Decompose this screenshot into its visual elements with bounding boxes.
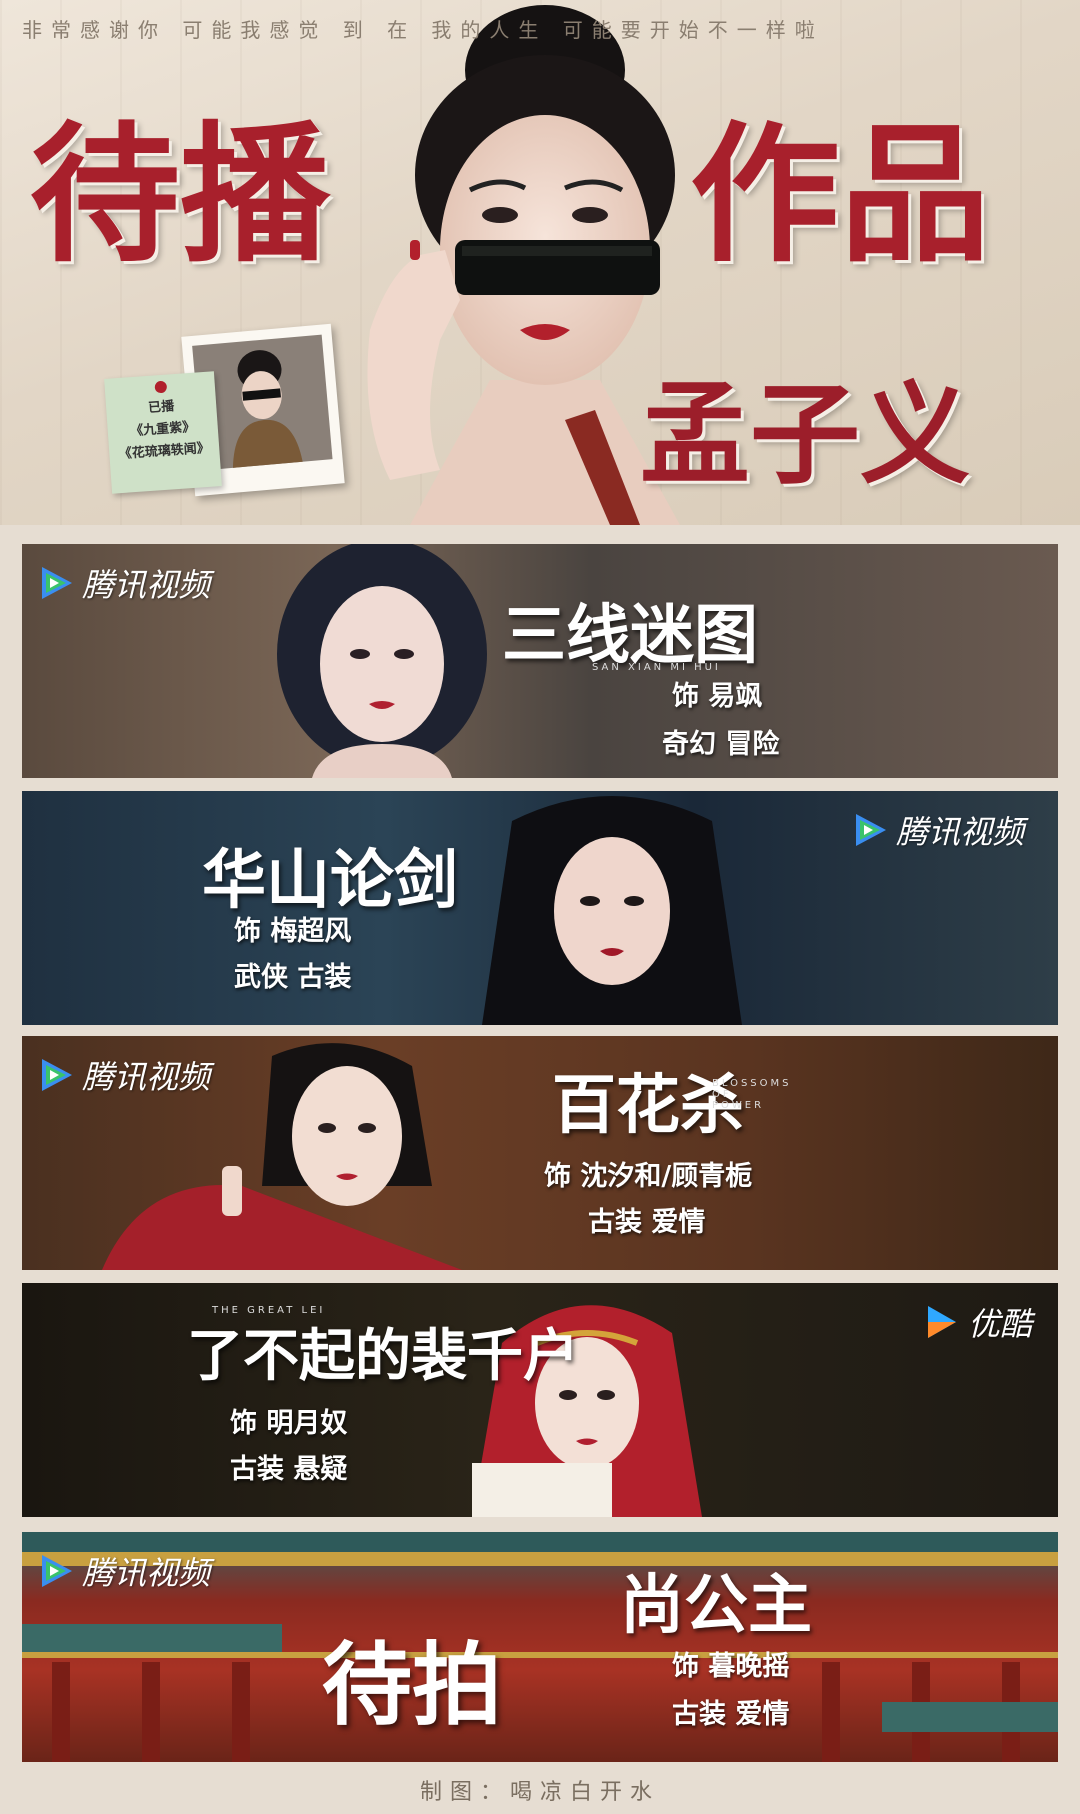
show-title-en: SAN XIAN MI HUI (592, 662, 721, 673)
status-stamp: 待拍 (322, 1632, 502, 1738)
banner-shanggongzhu: 腾讯视频 待拍 尚公主 饰 暮晚摇 古装 爱情 (22, 1532, 1058, 1762)
tencent-video-icon (42, 1555, 72, 1587)
role: 饰 梅超风 (234, 916, 352, 947)
genre: 古装 悬疑 (230, 1454, 348, 1485)
credit-line: 制图：喝凉白开水 (419, 1780, 660, 1805)
platform-logo: 腾讯视频 (36, 1052, 210, 1098)
actor-still (277, 544, 487, 778)
role: 饰 暮晚摇 (672, 1651, 790, 1682)
show-title: 了不起的裴千户 (187, 1323, 579, 1389)
platform-name: 腾讯视频 (82, 1554, 211, 1592)
show-title-en: BLOSSOMS OF POWER (712, 1078, 792, 1111)
genre: 奇幻 冒险 (662, 729, 780, 760)
youku-icon (928, 1306, 956, 1338)
genre: 武侠 古装 (234, 962, 352, 993)
banner-sanxianmitu: 腾讯视频 三线迷图 SAN XIAN MI HUI 饰 易飒 奇幻 冒险 (22, 544, 1058, 778)
show-title: 华山论剑 (202, 843, 458, 918)
actor-name: 孟子义 (640, 370, 970, 499)
tencent-video-icon (42, 567, 72, 599)
platform-name: 腾讯视频 (896, 813, 1025, 851)
aired-works-note: 已播 《九重紫》 《花琉璃轶闻》 (104, 371, 222, 494)
genre: 古装 爱情 (588, 1207, 706, 1238)
title-right: 作品 (690, 107, 991, 283)
banner-huashanlunjian: 腾讯视频 华山论剑 饰 梅超风 武侠 古装 (22, 791, 1058, 1025)
actor-still (482, 796, 742, 1025)
platform-logo: 腾讯视频 (850, 807, 1024, 853)
platform-logo: 腾讯视频 (36, 1548, 210, 1594)
tencent-video-icon (856, 814, 886, 846)
platform-name: 腾讯视频 (82, 1058, 211, 1096)
show-title: 尚公主 (620, 1568, 812, 1643)
header-poster: 非常感谢你 可能我感觉 到 在 我的人生 可能要开始不一样啦 待播 作品 孟子义… (0, 0, 1080, 525)
role: 饰 沈汐和/顾青栀 (544, 1161, 753, 1192)
platform-logo: 腾讯视频 (36, 560, 210, 606)
role: 饰 易飒 (672, 681, 763, 712)
platform-name: 腾讯视频 (82, 566, 211, 604)
genre: 古装 爱情 (672, 1699, 790, 1730)
banner-baihuasha: 腾讯视频 百花杀 BLOSSOMS OF POWER 饰 沈汐和/顾青栀 古装 … (22, 1036, 1058, 1270)
role: 饰 明月奴 (230, 1408, 348, 1439)
tencent-video-icon (42, 1059, 72, 1091)
banner-peiqianhu: 优酷 了不起的裴千户 THE GREAT LEI 饰 明月奴 古装 悬疑 (22, 1283, 1058, 1517)
top-quote: 非常感谢你 可能我感觉 到 在 我的人生 可能要开始不一样啦 (22, 18, 824, 42)
pin-icon (154, 380, 168, 394)
platform-logo: 优酷 (922, 1299, 1032, 1345)
platform-name: 优酷 (968, 1305, 1033, 1343)
title-left: 待播 (30, 107, 331, 283)
show-title-en: THE GREAT LEI (212, 1305, 326, 1316)
